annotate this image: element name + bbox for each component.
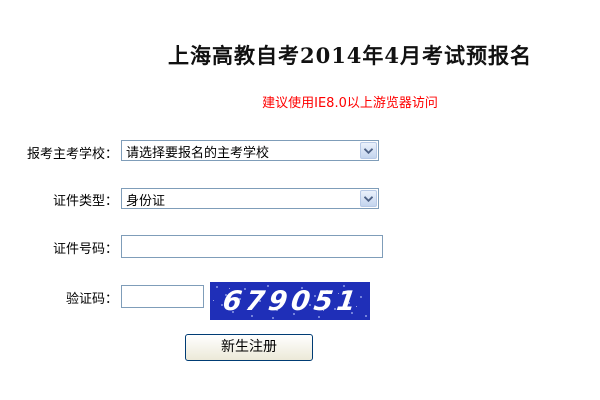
page-title: 上海高教自考2014年4月考试预报名 xyxy=(167,43,533,68)
idnum-label: 证件号码： xyxy=(52,242,118,257)
browser-notice: 建议使用IE8.0以上游览器访问 xyxy=(262,96,438,111)
idtype-select[interactable]: 身份证 xyxy=(121,188,379,209)
captcha-image[interactable]: 679051 xyxy=(210,282,370,320)
chevron-down-icon[interactable] xyxy=(360,190,377,207)
chevron-down-icon[interactable] xyxy=(360,142,377,159)
register-button[interactable]: 新生注册 xyxy=(185,334,313,361)
captcha-label: 验证码： xyxy=(65,292,118,307)
idtype-label: 证件类型： xyxy=(52,194,118,209)
school-select[interactable]: 请选择要报名的主考学校 xyxy=(121,140,379,161)
captcha-text: 679051 xyxy=(221,286,362,317)
school-select-value: 请选择要报名的主考学校 xyxy=(126,146,270,161)
idtype-select-value: 身份证 xyxy=(126,194,166,209)
idnum-input[interactable] xyxy=(121,235,383,258)
school-label: 报考主考学校： xyxy=(26,147,118,162)
registration-page: 上海高教自考2014年4月考试预报名 建议使用IE8.0以上游览器访问 报考主考… xyxy=(0,0,600,400)
captcha-input[interactable] xyxy=(121,285,204,308)
